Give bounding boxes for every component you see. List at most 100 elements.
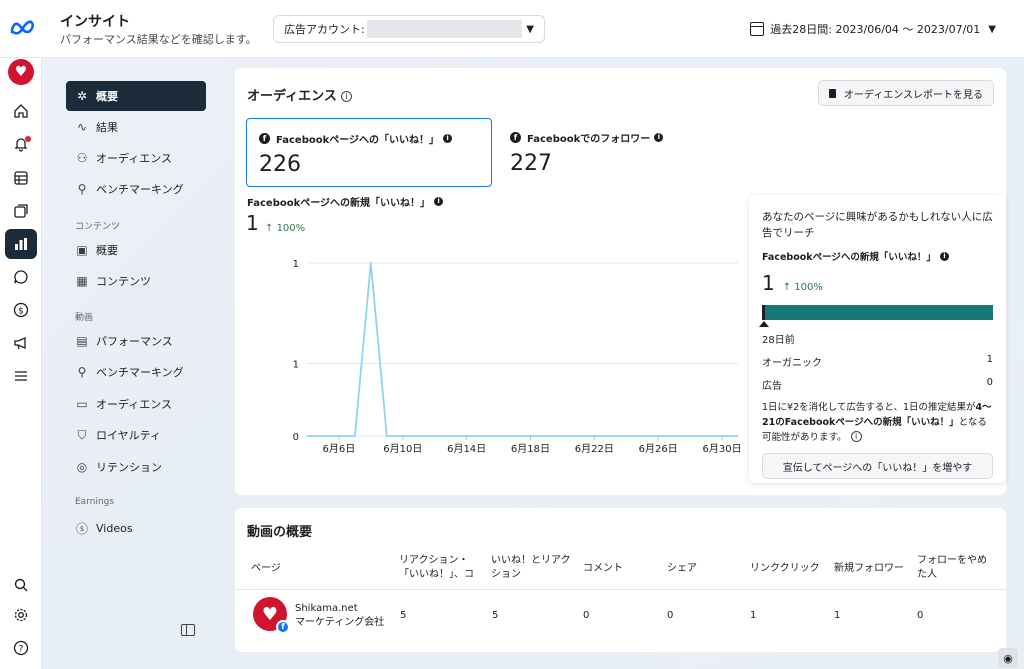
sidebar-item-label: ベンチマーキング — [96, 366, 184, 379]
column-header[interactable]: ページ — [251, 562, 281, 576]
ad-account-label: 広告アカウント: — [284, 23, 365, 36]
reach-ad-value: 0 — [986, 377, 993, 388]
column-header[interactable]: 新規フォロワー — [834, 562, 904, 576]
chat-bubble-icon[interactable] — [9, 265, 33, 289]
audience-report-label: オーディエンスレポートを見る — [843, 89, 983, 101]
data-point — [386, 435, 388, 437]
data-point — [609, 435, 611, 437]
data-point — [657, 435, 659, 437]
date-range-picker[interactable]: 過去28日間: 2023/06/04 〜 2023/07/01 ▼ — [750, 21, 996, 37]
reach-delta-value: 100% — [794, 282, 823, 293]
page-subtitle: パフォーマンス結果などを確認します。 — [60, 33, 257, 46]
chevron-down-icon: ▼ — [988, 23, 996, 35]
home-icon[interactable] — [9, 99, 33, 123]
reach-value-row: 1 ↑ 100% — [762, 271, 993, 295]
meta-logo-icon[interactable] — [10, 18, 36, 38]
column-header[interactable]: いいね！とリアクション — [491, 554, 575, 582]
facebook-icon: f — [259, 133, 270, 144]
audience-report-button[interactable]: オーディエンスレポートを見る — [817, 80, 994, 106]
reach-delta: ↑ 100% — [782, 282, 823, 293]
calendar-icon — [750, 22, 765, 36]
book-icon — [828, 88, 836, 98]
chart-title-text: Facebookページへの新規「いいね！」 — [247, 198, 431, 209]
sidebar-item-video-audience[interactable]: ▭ オーディエンス — [66, 389, 206, 419]
table-row[interactable]: ♥ f Shikama.net マーケティング会社 5 5 0 0 1 1 0 — [235, 592, 1006, 642]
page-avatar-icon[interactable]: ♥ — [8, 59, 34, 85]
reach-note-a: 1日に¥2を消化して広告すると、1日の推定結果が — [762, 402, 976, 413]
y-tick-label: 0 — [293, 432, 299, 443]
data-point — [673, 435, 675, 437]
info-icon[interactable]: i — [443, 134, 453, 143]
sidebar-item-audience[interactable]: ⚇ オーディエンス — [66, 143, 206, 173]
metric-label-text: Facebookページへの「いいね！」 — [276, 135, 440, 146]
metric-page-likes[interactable]: f Facebookページへの「いいね！」 i 226 — [246, 118, 492, 187]
sidebar-item-retention[interactable]: ◎ リテンション — [66, 452, 206, 482]
loyalty-icon: ⛉ — [77, 427, 87, 442]
sidebar-item-content-overview[interactable]: ▣ 概要 — [66, 235, 206, 265]
gear-icon[interactable] — [9, 603, 33, 627]
column-header[interactable]: フォローをやめた人 — [917, 554, 993, 582]
table-cell: 0 — [917, 610, 924, 621]
grid-icon[interactable] — [9, 166, 33, 190]
layers-icon[interactable] — [9, 199, 33, 223]
megaphone-icon[interactable] — [9, 331, 33, 355]
performance-icon: ▤ — [76, 334, 88, 348]
sidebar-item-loyalty[interactable]: ⛉ ロイヤルティ — [66, 420, 206, 450]
metric-followers[interactable]: f Facebookでのフォロワー i 227 — [498, 118, 744, 187]
sidebar-item-label: パフォーマンス — [96, 335, 173, 348]
benchmark-icon: ⚲ — [77, 365, 87, 379]
table-cell: 5 — [492, 610, 499, 621]
section-earnings: Earnings — [75, 497, 115, 507]
sidebar-item-label: コンテンツ — [96, 275, 151, 288]
retention-icon: ◎ — [76, 460, 88, 474]
page-name[interactable]: Shikama.net — [295, 602, 358, 616]
reach-organic-value: 1 — [986, 354, 993, 365]
x-tick-label: 6月6日 — [323, 443, 356, 455]
sidebar-item-performance[interactable]: ▤ パフォーマンス — [66, 326, 206, 356]
data-point — [593, 435, 595, 437]
reach-metric-label: Facebookページへの新規「いいね！」 i — [762, 249, 993, 263]
dollar-circle-icon[interactable]: $ — [9, 298, 33, 322]
data-point — [625, 435, 627, 437]
video-audience-icon: ▭ — [76, 397, 88, 411]
data-point — [641, 435, 643, 437]
reach-value: 1 — [762, 271, 775, 295]
promote-page-likes-button[interactable]: 宣伝してページへの「いいね！」を増やす — [762, 453, 993, 479]
audience-icon: ⚇ — [76, 151, 88, 165]
sidebar-item-results[interactable]: ∿ 結果 — [66, 112, 206, 142]
sidebar-item-label: Videos — [96, 521, 133, 535]
chart-title: Facebookページへの新規「いいね！」 i — [247, 194, 444, 209]
sidebar-item-overview[interactable]: ✲ 概要 — [66, 81, 206, 111]
info-icon[interactable]: i — [939, 251, 949, 261]
search-icon[interactable] — [9, 573, 33, 597]
sidebar-item-benchmarking[interactable]: ⚲ ベンチマーキング — [66, 174, 206, 204]
column-header[interactable]: リンククリック — [750, 562, 820, 576]
info-icon[interactable]: i — [434, 197, 444, 206]
info-icon[interactable]: i — [340, 91, 352, 102]
menu-icon[interactable] — [9, 364, 33, 388]
feedback-globe-icon[interactable]: ◉ — [998, 648, 1018, 668]
metric-label: f Facebookページへの「いいね！」 i — [259, 131, 479, 146]
facebook-badge-icon: f — [276, 620, 290, 634]
info-icon[interactable]: i — [850, 431, 862, 442]
sidebar-item-videos[interactable]: ⓢ Videos — [66, 513, 206, 543]
x-tick-label: 6月18日 — [511, 443, 550, 455]
sidebar-item-video-benchmarking[interactable]: ⚲ ベンチマーキング — [66, 357, 206, 387]
audience-title: オーディエンス i — [247, 85, 352, 104]
table-cell: 1 — [834, 610, 841, 621]
insights-bar-chart-icon[interactable] — [9, 232, 33, 256]
metric-value: 226 — [259, 152, 301, 177]
data-point — [338, 435, 340, 437]
collapse-sidebar-icon[interactable] — [181, 624, 195, 636]
sidebar-item-content[interactable]: ▦ コンテンツ — [66, 266, 206, 296]
top-bar: インサイト パフォーマンス結果などを確認します。 広告アカウント: ▼ 過去28… — [0, 0, 1024, 58]
info-icon[interactable]: i — [654, 133, 664, 142]
date-range-text: 過去28日間: 2023/06/04 〜 2023/07/01 — [770, 23, 981, 36]
column-header[interactable]: コメント — [583, 562, 623, 576]
column-header[interactable]: リアクション・「いいね！」、コメ… — [399, 554, 483, 582]
sidebar-item-label: リテンション — [96, 461, 162, 474]
section-content: コンテンツ — [75, 222, 121, 232]
column-header[interactable]: シェア — [667, 562, 697, 576]
ad-account-selector[interactable]: 広告アカウント: ▼ — [273, 15, 545, 43]
help-icon[interactable]: ? — [9, 636, 33, 660]
